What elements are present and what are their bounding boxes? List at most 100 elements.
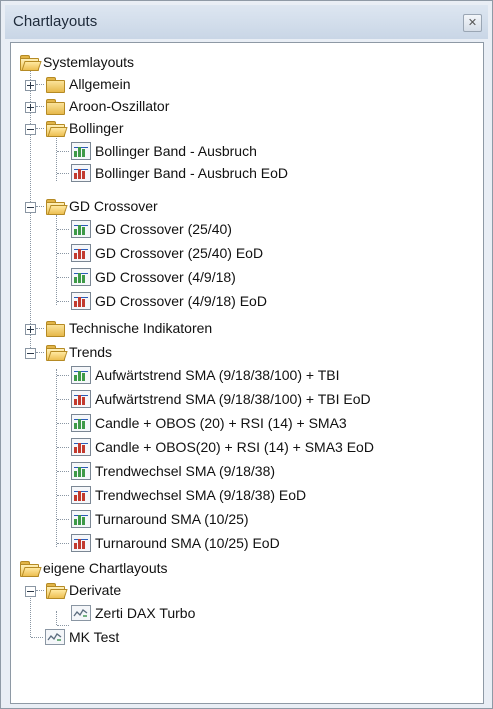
chart-layout-eod-icon [71,534,91,552]
tree-connector [57,447,69,448]
chart-layout-icon [71,220,91,238]
user-chart-layout-icon [45,629,65,645]
title-bar: Chartlayouts ✕ [5,5,488,39]
chart-layout-eod-icon [71,438,91,456]
tree-connector [57,277,69,278]
chart-layout-icon [71,414,91,432]
tree-node-label: Bollinger [69,120,124,136]
tree-node-trends[interactable]: Trends [45,341,112,363]
tree-node-layout[interactable]: Turnaround SMA (10/25) EoD [71,532,280,554]
tree-node-layout[interactable]: Candle + OBOS (20) + RSI (14) + SMA3 [71,412,347,434]
chart-layout-icon [71,268,91,286]
expand-icon[interactable] [25,102,36,113]
chart-layout-icon [71,510,91,528]
tree-node-layout[interactable]: Zerti DAX Turbo [71,602,195,624]
tree-node-label: Aroon-Oszillator [69,98,170,114]
chart-layout-icon [71,366,91,384]
tree-connector [36,590,44,591]
tree-node-label: Aufwärtstrend SMA (9/18/38/100) + TBI [95,367,340,383]
folder-icon [45,320,65,337]
tree-node-layout[interactable]: GD Crossover (25/40) EoD [71,242,263,264]
chart-layout-icon [71,142,91,160]
tree-connector [36,106,44,107]
tree-node-bollinger[interactable]: Bollinger [45,117,123,139]
tree-connector [57,495,69,496]
tree-connector [57,151,69,152]
tree-node-label: eigene Chartlayouts [43,560,168,576]
tree-connector [36,328,44,329]
chartlayouts-window: Chartlayouts ✕ Systemlayouts Allgemein A… [0,0,493,709]
tree-connector [31,637,43,638]
user-chart-layout-icon [71,605,91,621]
tree-node-layout[interactable]: Turnaround SMA (10/25) [71,508,249,530]
tree-node-label: GD Crossover (25/40) [95,221,232,237]
tree-node-label: MK Test [69,629,120,645]
tree-node-layout[interactable]: Aufwärtstrend SMA (9/18/38/100) + TBI Eo… [71,388,371,410]
tree-connector [57,301,69,302]
close-button[interactable]: ✕ [463,14,482,32]
tree-node-label: GD Crossover (4/9/18) EoD [95,293,267,309]
tree-node-label: Candle + OBOS(20) + RSI (14) + SMA3 EoD [95,439,374,455]
tree-connector [57,173,69,174]
chart-layout-eod-icon [71,390,91,408]
collapse-icon[interactable] [25,202,36,213]
tree-node-label: Bollinger Band - Ausbruch [95,143,257,159]
tree-connector [57,423,69,424]
tree-node-label: GD Crossover [69,198,158,214]
tree-node-layout[interactable]: Candle + OBOS(20) + RSI (14) + SMA3 EoD [71,436,374,458]
tree-node-label: Aufwärtstrend SMA (9/18/38/100) + TBI Eo… [95,391,371,407]
tree-node-label: Trends [69,344,113,360]
collapse-icon[interactable] [25,586,36,597]
tree-node-technische-indikatoren[interactable]: Technische Indikatoren [45,317,212,339]
tree-node-layout[interactable]: GD Crossover (4/9/18) EoD [71,290,267,312]
tree-node-layout[interactable]: Aufwärtstrend SMA (9/18/38/100) + TBI [71,364,339,386]
folder-open-icon [19,560,42,577]
tree-node-layout[interactable]: Trendwechsel SMA (9/18/38) [71,460,275,482]
tree-node-label: Derivate [69,582,122,598]
tree-connector [57,229,69,230]
tree-node-label: Turnaround SMA (10/25) [95,511,249,527]
expand-icon[interactable] [25,324,36,335]
folder-icon [45,98,65,115]
tree-connector [36,128,44,129]
tree-node-layout[interactable]: Bollinger Band - Ausbruch EoD [71,162,288,184]
chart-layout-icon [71,462,91,480]
tree-connector [57,253,69,254]
folder-open-icon [45,344,68,361]
tree-connector [36,352,44,353]
tree-node-layout[interactable]: Trendwechsel SMA (9/18/38) EoD [71,484,306,506]
tree-node-gd-crossover[interactable]: GD Crossover [45,195,158,217]
tree-connector [56,369,57,547]
chart-layout-eod-icon [71,486,91,504]
collapse-icon[interactable] [25,348,36,359]
tree-node-layout[interactable]: GD Crossover (4/9/18) [71,266,236,288]
tree-connector [36,206,44,207]
chart-layout-eod-icon [71,164,91,182]
tree-node-eigene-chartlayouts[interactable]: eigene Chartlayouts [19,557,168,579]
tree-node-label: Allgemein [69,76,131,92]
tree-connector [57,399,69,400]
folder-open-icon [45,582,68,599]
chart-layout-eod-icon [71,292,91,310]
tree-node-label: GD Crossover (4/9/18) [95,269,236,285]
tree-node-label: Zerti DAX Turbo [95,605,196,621]
tree-connector [57,543,69,544]
tree-connector [56,611,57,625]
expand-icon[interactable] [25,80,36,91]
tree-node-mk-test[interactable]: MK Test [45,626,119,648]
tree-node-label: Turnaround SMA (10/25) EoD [95,535,280,551]
tree-node-layout[interactable]: GD Crossover (25/40) [71,218,232,240]
tree-node-label: Systemlayouts [43,54,135,70]
tree-node-aroon-oszillator[interactable]: Aroon-Oszillator [45,95,169,117]
tree-connector [57,519,69,520]
close-icon: ✕ [467,17,478,29]
tree-node-layout[interactable]: Bollinger Band - Ausbruch [71,140,257,162]
tree-node-allgemein[interactable]: Allgemein [45,73,130,95]
tree-node-label: Trendwechsel SMA (9/18/38) [95,463,276,479]
tree-node-label: Candle + OBOS (20) + RSI (14) + SMA3 [95,415,347,431]
tree-connector [36,84,44,85]
tree-node-systemlayouts[interactable]: Systemlayouts [19,51,134,73]
collapse-icon[interactable] [25,124,36,135]
tree-node-derivate[interactable]: Derivate [45,579,121,601]
tree-connector [57,471,69,472]
